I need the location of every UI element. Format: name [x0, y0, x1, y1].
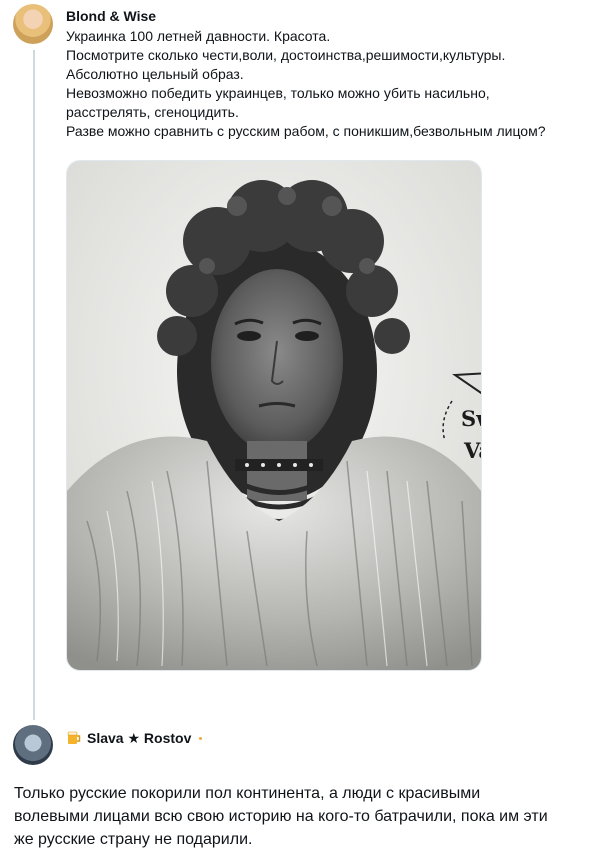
- reply-author-name[interactable]: Slava ★ Rostov: [87, 729, 191, 747]
- reply-text-line: же русские страну не подарили.: [14, 831, 253, 848]
- post-author-avatar[interactable]: [13, 4, 53, 44]
- watermark-line1: Swiss: [461, 406, 481, 431]
- post-text-line: расстрелять, сгеноцидить.: [66, 104, 239, 120]
- post-author-name[interactable]: Blond & Wise: [66, 7, 156, 25]
- watermark-line2: Vatnik: [463, 438, 481, 463]
- post-text-line: Разве можно сравнить с русским рабом, с …: [66, 123, 546, 139]
- portrait-photo: Swiss Vatnik: [67, 161, 481, 670]
- reply-text-line: Только русские покорили пол континента, …: [14, 785, 481, 802]
- post-image[interactable]: Swiss Vatnik: [66, 160, 482, 671]
- beer-mug-icon: [66, 730, 82, 746]
- thread-connector-line: [33, 50, 35, 720]
- post-text: Украинка 100 летней давности. Красота. П…: [66, 27, 586, 141]
- post-text-line: Невозможно победить украинцев, только мо…: [66, 85, 490, 101]
- post-text-line: Украинка 100 летней давности. Красота.: [66, 28, 331, 44]
- reply-text-line: волевыми лицами всю свою историю на кого…: [14, 808, 548, 825]
- post-text-line: Абсолютно цельный образ.: [66, 66, 244, 82]
- reply-author-avatar[interactable]: [13, 725, 53, 765]
- post-text-line: Посмотрите сколько чести,воли, достоинст…: [66, 47, 506, 63]
- reply-header: Slava ★ Rostov: [66, 728, 203, 748]
- reply-text: Только русские покорили пол континента, …: [14, 782, 584, 851]
- status-dot-icon: [199, 736, 203, 740]
